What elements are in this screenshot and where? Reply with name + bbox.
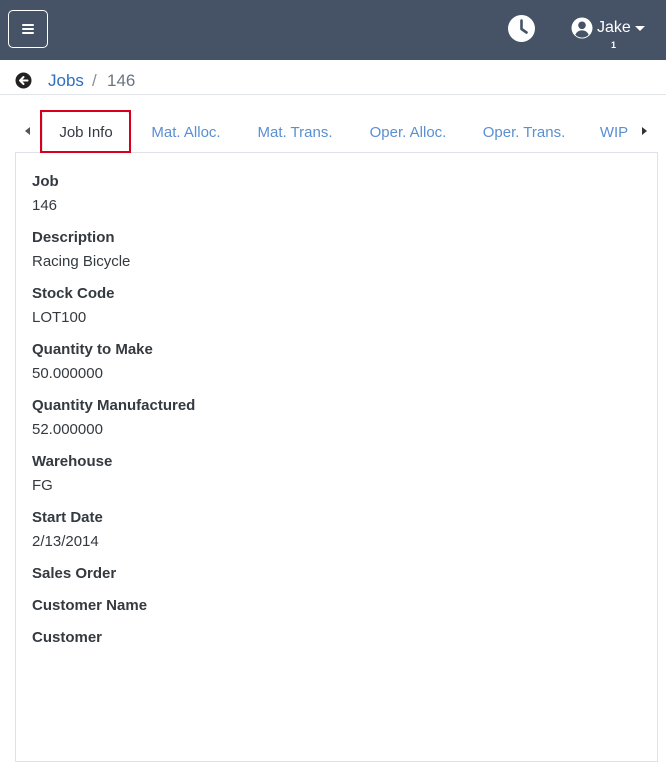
value-description: Racing Bicycle (32, 253, 131, 270)
clock-icon[interactable] (507, 14, 536, 43)
hamburger-icon (22, 24, 34, 34)
tab-wip[interactable]: WIP (592, 111, 636, 153)
label-customer: Customer (32, 629, 103, 646)
value-quantity-manufactured: 52.000000 (32, 421, 103, 438)
tab-oper-alloc[interactable]: Oper. Alloc. (358, 111, 458, 153)
label-start-date: Start Date (32, 509, 103, 526)
value-start-date: 2/13/2014 (32, 533, 99, 550)
label-quantity-manufactured: Quantity Manufactured (32, 397, 196, 414)
tab-job-info[interactable]: Job Info (42, 111, 130, 153)
chevron-down-icon (635, 26, 645, 31)
value-stock-code: LOT100 (32, 309, 87, 326)
label-description: Description (32, 229, 115, 246)
top-navbar: Jake 1 (0, 0, 666, 60)
tab-mat-trans[interactable]: Mat. Trans. (248, 111, 342, 153)
value-warehouse: FG (32, 477, 53, 494)
scroll-left-icon[interactable] (25, 127, 30, 135)
value-quantity-to-make: 50.000000 (32, 365, 103, 382)
breadcrumb-current: 146 (107, 71, 136, 90)
label-customer-name: Customer Name (32, 597, 148, 614)
arrow-left-circle-icon[interactable] (15, 72, 32, 89)
user-menu[interactable]: Jake 1 (571, 17, 651, 53)
notification-count: 1 (611, 40, 617, 50)
tab-bar: Job Info Mat. Alloc. Mat. Trans. Oper. A… (0, 111, 666, 153)
label-warehouse: Warehouse (32, 453, 113, 470)
label-sales-order: Sales Order (32, 565, 117, 582)
tab-mat-alloc[interactable]: Mat. Alloc. (140, 111, 232, 153)
label-stock-code: Stock Code (32, 285, 115, 302)
label-job: Job (32, 173, 59, 190)
user-name: Jake (597, 19, 631, 36)
label-quantity-to-make: Quantity to Make (32, 341, 153, 358)
user-circle-icon (571, 17, 593, 39)
tab-oper-trans[interactable]: Oper. Trans. (474, 111, 574, 153)
breadcrumb-separator: / (92, 71, 97, 90)
scroll-right-icon[interactable] (642, 127, 647, 135)
breadcrumb-jobs-link[interactable]: Jobs (48, 71, 84, 91)
value-job: 146 (32, 197, 58, 214)
breadcrumb: Jobs / 146 (0, 60, 666, 95)
menu-button[interactable] (8, 10, 48, 48)
